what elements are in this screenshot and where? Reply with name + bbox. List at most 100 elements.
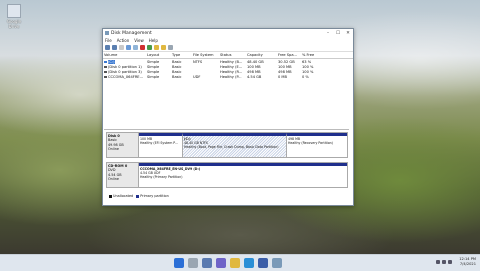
volume-row[interactable]: (Disk 0 partition 1) Simple Basic Health…	[103, 64, 353, 69]
partition-c[interactable]: (C:) 48.40 GB NTFS Healthy (Boot, Page F…	[183, 133, 287, 157]
volume-name: (Disk 0 partition 3)	[103, 70, 146, 74]
close-button[interactable]: ✕	[343, 31, 353, 36]
task-view-icon[interactable]	[202, 258, 212, 268]
volume-list-header: Volume Layout Type File System Status Ca…	[103, 52, 353, 59]
volume-layout: Simple	[147, 59, 160, 64]
partition-dvd[interactable]: CCCOMA_X64FRE_EN-US_DV9 (D:) 4.54 GB UDF…	[139, 163, 347, 187]
volume-percent-free: 63 %	[302, 59, 312, 64]
disk-status: Online	[108, 146, 119, 151]
volume-type: Basic	[172, 74, 182, 79]
volume-layout: Simple	[147, 74, 160, 79]
file-explorer-icon[interactable]	[230, 258, 240, 268]
widgets-icon[interactable]	[216, 258, 226, 268]
legend: Unallocated Primary partition	[106, 194, 169, 198]
volume-status: Healthy (E...	[220, 64, 243, 69]
volume-percent-free: 0 %	[302, 74, 309, 79]
start-icon[interactable]	[174, 258, 184, 268]
clock[interactable]: 12:14 PM 7/4/2021	[459, 257, 476, 267]
menu-action[interactable]: Action	[117, 38, 130, 43]
menu-help[interactable]: Help	[149, 38, 158, 43]
primary-partition-swatch	[136, 194, 140, 198]
column-header-free-space[interactable]: Free Spa...	[277, 53, 301, 57]
disk-0-row: Disk 0 Basic 49.98 GB Online 100 MB Heal…	[106, 132, 348, 158]
minimize-button[interactable]: –	[323, 31, 333, 36]
volume-status: Healthy (B...	[220, 59, 243, 64]
taskbar: 12:14 PM 7/4/2021	[0, 254, 480, 271]
store-icon[interactable]	[258, 258, 268, 268]
volume-file-system: NTFS	[193, 59, 203, 64]
volume-name: CCCOMA_X64FRE...	[103, 75, 146, 79]
explore-icon[interactable]	[161, 44, 166, 50]
column-header-capacity[interactable]: Capacity	[246, 53, 277, 57]
column-header-type[interactable]: Type	[171, 53, 192, 57]
volume-type: Basic	[172, 64, 182, 69]
clock-date: 7/4/2021	[459, 262, 476, 266]
column-header-file-system[interactable]: File System	[192, 53, 219, 57]
cdrom-0-row: CD-ROM 0 DVD 4.54 GB Online CCCOMA_X64FR…	[106, 162, 348, 188]
delete-icon[interactable]	[140, 44, 145, 50]
disk-0-partitions: 100 MB Healthy (EFI System P... (C:) 48.…	[139, 132, 348, 158]
volume-icon[interactable]	[448, 260, 452, 264]
maximize-button[interactable]: ☐	[333, 31, 343, 36]
volume-row[interactable]: (Disk 0 partition 3) Simple Basic Health…	[103, 69, 353, 74]
drive-icon	[104, 70, 107, 73]
edge-icon[interactable]	[244, 258, 254, 268]
column-header-status[interactable]: Status	[219, 53, 246, 57]
volume-free-space: 0 MB	[278, 74, 287, 79]
forward-icon[interactable]	[112, 44, 117, 50]
volume-layout: Simple	[147, 69, 160, 74]
disk-0-label[interactable]: Disk 0 Basic 49.98 GB Online	[106, 132, 139, 158]
volume-capacity: 498 MB	[247, 69, 261, 74]
menu-file[interactable]: File	[105, 38, 112, 43]
properties-icon[interactable]	[119, 44, 124, 50]
column-header-volume[interactable]: Volume	[103, 53, 146, 57]
google-drive-icon	[7, 4, 21, 18]
volume-type: Basic	[172, 69, 182, 74]
chevron-up-icon[interactable]	[436, 260, 440, 264]
back-icon[interactable]	[105, 44, 110, 50]
title-bar[interactable]: Disk Management – ☐ ✕	[103, 29, 353, 37]
menu-view[interactable]: View	[134, 38, 144, 43]
volume-name: (C:)	[103, 59, 146, 64]
volume-name: (Disk 0 partition 1)	[103, 65, 146, 69]
disk-management-taskbar-icon[interactable]	[272, 258, 282, 268]
partition-status: Healthy (EFI System P...	[140, 141, 178, 145]
partition-efi[interactable]: 100 MB Healthy (EFI System P...	[139, 133, 183, 157]
volume-row[interactable]: CCCOMA_X64FRE... Simple Basic UDF Health…	[103, 74, 353, 79]
volume-row[interactable]: (C:) Simple Basic NTFS Healthy (B... 48.…	[103, 59, 353, 64]
volume-name-text: CCCOMA_X64FRE...	[108, 74, 144, 79]
view-icon[interactable]	[168, 44, 173, 50]
checkmark-icon[interactable]	[147, 44, 152, 50]
volume-status: Healthy (P...	[220, 74, 242, 79]
volume-capacity: 48.40 GB	[247, 59, 264, 64]
volume-capacity: 100 MB	[247, 64, 261, 69]
volume-name-text: (Disk 0 partition 3)	[108, 69, 142, 74]
search-icon[interactable]	[188, 258, 198, 268]
column-header-layout[interactable]: Layout	[146, 53, 171, 57]
partition-status: Healthy (Recovery Partition)	[288, 141, 333, 145]
disk-management-window: Disk Management – ☐ ✕ File Action View H…	[102, 28, 354, 206]
cdrom-0-label[interactable]: CD-ROM 0 DVD 4.54 GB Online	[106, 162, 139, 188]
refresh-icon[interactable]	[133, 44, 138, 50]
volume-status: Healthy (R...	[220, 69, 243, 74]
volume-free-space: 30.52 GB	[278, 59, 295, 64]
volume-file-system: UDF	[193, 74, 201, 79]
legend-unallocated: Unallocated	[113, 194, 134, 198]
network-icon[interactable]	[442, 260, 446, 264]
disk-graphical-view: Disk 0 Basic 49.98 GB Online 100 MB Heal…	[104, 129, 349, 194]
dvd-icon	[104, 75, 107, 78]
unallocated-swatch	[109, 194, 112, 198]
desktop-icon-google-drive[interactable]: Google Drive	[3, 4, 25, 29]
window-title: Disk Management	[111, 30, 152, 36]
legend-primary-partition: Primary partition	[140, 194, 169, 198]
open-icon[interactable]	[154, 44, 159, 50]
column-header-percent-free[interactable]: % Free	[301, 53, 320, 57]
drive-icon	[104, 65, 107, 68]
volume-type: Basic	[172, 59, 182, 64]
partition-status: Healthy (Primary Partition)	[140, 175, 183, 179]
volume-free-space: 100 MB	[278, 64, 292, 69]
partition-recovery[interactable]: 498 MB Healthy (Recovery Partition)	[287, 133, 347, 157]
help-icon[interactable]	[126, 44, 131, 50]
volume-percent-free: 100 %	[302, 69, 314, 74]
taskbar-apps	[174, 258, 286, 268]
